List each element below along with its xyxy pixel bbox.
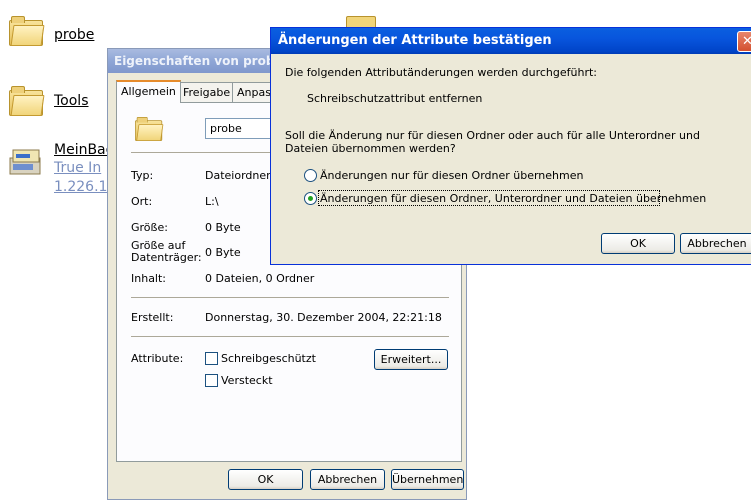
ok-button[interactable]: OK: [228, 469, 303, 490]
groesse-value: 0 Byte: [205, 221, 241, 234]
inhalt-label: Inhalt:: [131, 272, 167, 285]
typ-value: Dateiordner: [205, 169, 271, 182]
changes-intro-text: Die folgenden Attributänderungen werden …: [285, 66, 598, 79]
folder-icon: [9, 16, 45, 46]
radio-this-folder[interactable]: [304, 169, 317, 182]
cancel-button[interactable]: Abbrechen: [680, 233, 751, 254]
ort-value: L:\: [205, 195, 219, 208]
groesse-label: Größe:: [131, 221, 168, 234]
focus-rectangle: [318, 190, 660, 206]
tab-allgemein[interactable]: Allgemein: [116, 80, 181, 103]
desktop-item-label: MeinBac: [54, 142, 114, 158]
typ-label: Typ:: [131, 169, 154, 182]
desktop-item-sublabel: 1.226.1: [54, 179, 108, 195]
hidden-label[interactable]: Versteckt: [221, 374, 273, 387]
close-icon[interactable]: ✕: [737, 31, 751, 52]
dialog-title[interactable]: Änderungen der Attribute bestätigen: [271, 28, 751, 54]
ort-label: Ort:: [131, 195, 153, 208]
inhalt-value: 0 Dateien, 0 Ordner: [205, 272, 315, 285]
desktop-item-sublabel: True In: [54, 160, 102, 176]
readonly-label[interactable]: Schreibgeschützt: [221, 352, 316, 365]
folder-icon: [135, 117, 164, 141]
option-label[interactable]: Änderungen nur für diesen Ordner überneh…: [320, 169, 583, 182]
erstellt-label: Erstellt:: [131, 311, 174, 324]
tab-freigabe[interactable]: Freigabe: [178, 82, 236, 102]
radio-all-subfolders[interactable]: [304, 192, 317, 205]
apply-button[interactable]: Übernehmen: [391, 469, 464, 490]
cancel-button[interactable]: Abbrechen: [310, 469, 385, 490]
readonly-checkbox[interactable]: [205, 352, 218, 365]
confirm-attributes-dialog: Änderungen der Attribute bestätigen ✕ Di…: [270, 27, 751, 265]
folder-icon: [9, 86, 45, 116]
hidden-checkbox[interactable]: [205, 374, 218, 387]
change-item-text: Schreibschutzattribut entfernen: [307, 92, 483, 105]
advanced-button[interactable]: Erweitert...: [374, 349, 448, 370]
ok-button[interactable]: OK: [601, 233, 675, 254]
question-text-line2: Dateien übernommen werden?: [285, 142, 456, 155]
question-text-line1: Soll die Änderung nur für diesen Ordner …: [285, 129, 700, 142]
groesse-auf-value: 0 Byte: [205, 246, 241, 259]
desktop-item-label: probe: [54, 27, 95, 43]
groesse-auf-label: Größe auf Datenträger:: [131, 239, 202, 264]
desktop-item-label: Tools: [54, 93, 89, 109]
attribute-label: Attribute:: [131, 352, 184, 365]
erstellt-value: Donnerstag, 30. Dezember 2004, 22:21:18: [205, 311, 442, 324]
backup-file-icon: [9, 149, 41, 175]
